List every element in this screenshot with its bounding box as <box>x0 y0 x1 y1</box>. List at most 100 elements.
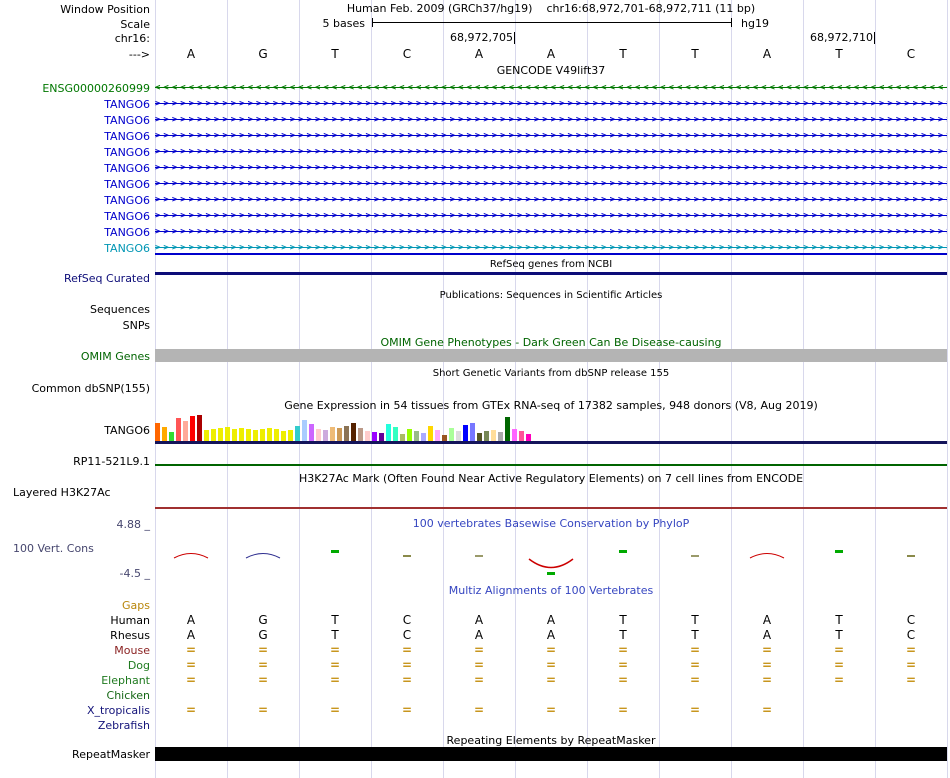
gtex-tissue-bar[interactable] <box>449 428 454 441</box>
refseq-curated-label[interactable]: RefSeq Curated <box>0 272 150 285</box>
species-alignment-row[interactable]: = = = = = = = = = = = <box>155 673 947 688</box>
gtex-tissue-bar[interactable] <box>337 428 342 441</box>
gtex-tissue-bar[interactable] <box>239 428 244 441</box>
gtex-tissue-bar[interactable] <box>197 415 202 441</box>
gene-model[interactable]: >>>>>>>>>>>>>>>>>>>>>>>>>>>>>>>>>>>>>>>>… <box>155 240 947 256</box>
gtex-tissue-bar[interactable] <box>323 430 328 441</box>
species-alignment-row[interactable] <box>155 688 947 703</box>
publications-sequences-label[interactable]: Sequences <box>0 303 150 316</box>
gtex-tissue-bar[interactable] <box>260 429 265 441</box>
gene-label[interactable]: TANGO6 <box>0 114 150 127</box>
gene-model[interactable]: >>>>>>>>>>>>>>>>>>>>>>>>>>>>>>>>>>>>>>>>… <box>155 208 947 224</box>
gtex-tissue-bar[interactable] <box>400 434 405 441</box>
gtex-tissue-bar[interactable] <box>344 426 349 441</box>
h3k27ac-label[interactable]: Layered H3K27Ac <box>0 486 150 499</box>
cons-wiggle[interactable] <box>155 528 947 580</box>
gtex-tissue-bar[interactable] <box>365 431 370 441</box>
gene-model[interactable]: >>>>>>>>>>>>>>>>>>>>>>>>>>>>>>>>>>>>>>>>… <box>155 96 947 112</box>
gene-model[interactable]: >>>>>>>>>>>>>>>>>>>>>>>>>>>>>>>>>>>>>>>>… <box>155 128 947 144</box>
gtex-tissue-bar[interactable] <box>477 433 482 441</box>
gene-model[interactable]: >>>>>>>>>>>>>>>>>>>>>>>>>>>>>>>>>>>>>>>>… <box>155 224 947 240</box>
species-label[interactable]: Dog <box>0 659 150 672</box>
species-label[interactable]: Mouse <box>0 644 150 657</box>
gene-label[interactable]: ENSG00000260999 <box>0 82 150 95</box>
omim-genes-bar[interactable] <box>155 349 947 362</box>
gtex-tissue-bar[interactable] <box>176 418 181 441</box>
repeatmasker-bar[interactable] <box>155 747 947 761</box>
gtex-tissue-bar[interactable] <box>519 431 524 441</box>
gtex-tissue-bar[interactable] <box>435 430 440 441</box>
gtex-tissue-bar[interactable] <box>295 426 300 441</box>
multiz-track-title[interactable]: Multiz Alignments of 100 Vertebrates <box>155 584 947 597</box>
gtex-tissue-bar[interactable] <box>470 423 475 441</box>
species-label[interactable]: Human <box>0 614 150 627</box>
gtex-tissue-bar[interactable] <box>386 424 391 441</box>
gtex-bar-chart[interactable] <box>155 411 947 441</box>
gene-model[interactable]: >>>>>>>>>>>>>>>>>>>>>>>>>>>>>>>>>>>>>>>>… <box>155 192 947 208</box>
gene-model[interactable]: <<<<<<<<<<<<<<<<<<<<<<<<<<<<<<<<<<<<<<<<… <box>155 80 947 96</box>
omim-track-title[interactable]: OMIM Gene Phenotypes - Dark Green Can Be… <box>155 336 947 349</box>
dbsnp-track-title[interactable]: Short Genetic Variants from dbSNP releas… <box>155 367 947 380</box>
gtex-tissue-bar[interactable] <box>463 425 468 441</box>
repeatmasker-label[interactable]: RepeatMasker <box>0 748 150 761</box>
species-alignment-row[interactable]: AGTCAATTATC <box>155 613 947 628</box>
gtex-tissue-bar[interactable] <box>155 423 160 441</box>
gtex-tissue-bar[interactable] <box>358 428 363 441</box>
species-label[interactable]: X_tropicalis <box>0 704 150 717</box>
species-label[interactable]: Chicken <box>0 689 150 702</box>
gtex-tissue-bar[interactable] <box>316 429 321 441</box>
gtex-tissue-bar[interactable] <box>393 427 398 441</box>
gtex-tissue-bar[interactable] <box>274 429 279 441</box>
refseq-track-title[interactable]: RefSeq genes from NCBI <box>155 258 947 271</box>
gene-label[interactable]: TANGO6 <box>0 146 150 159</box>
species-alignment-row[interactable] <box>155 598 947 613</box>
species-alignment-row[interactable]: = = = = = = = = = = = <box>155 658 947 673</box>
gtex-tissue-bar[interactable] <box>512 429 517 441</box>
gtex-tissue-bar[interactable] <box>183 421 188 441</box>
gene-label[interactable]: TANGO6 <box>0 242 150 255</box>
gtex-tissue-bar[interactable] <box>491 430 496 441</box>
gtex-tissue-bar[interactable] <box>351 423 356 441</box>
gtex-tissue-bar[interactable] <box>211 429 216 441</box>
gtex-tissue-bar[interactable] <box>505 417 510 441</box>
gtex-tissue-bar[interactable] <box>456 431 461 441</box>
gtex-tissue-bar[interactable] <box>498 432 503 441</box>
gtex-tissue-bar[interactable] <box>526 434 531 441</box>
gtex-tissue-bar[interactable] <box>428 426 433 441</box>
rp11-gene-bar[interactable] <box>155 464 947 466</box>
h3k27ac-track-title[interactable]: H3K27Ac Mark (Often Found Near Active Re… <box>155 472 947 485</box>
gtex-tissue-bar[interactable] <box>421 433 426 441</box>
omim-genes-label[interactable]: OMIM Genes <box>0 350 150 363</box>
gtex-tissue-bar[interactable] <box>218 428 223 441</box>
gene-label[interactable]: TANGO6 <box>0 162 150 175</box>
species-label[interactable]: Rhesus <box>0 629 150 642</box>
gene-label[interactable]: TANGO6 <box>0 98 150 111</box>
species-label[interactable]: Zebrafish <box>0 719 150 732</box>
gtex-tissue-bar[interactable] <box>225 427 230 441</box>
gene-label[interactable]: TANGO6 <box>0 226 150 239</box>
gene-label[interactable]: TANGO6 <box>0 194 150 207</box>
gtex-tissue-bar[interactable] <box>309 424 314 441</box>
species-alignment-row[interactable]: = = = = = = = = = <box>155 703 947 718</box>
dbsnp-label[interactable]: Common dbSNP(155) <box>0 382 150 395</box>
gtex-tissue-bar[interactable] <box>372 432 377 441</box>
gtex-tissue-bar[interactable] <box>281 431 286 441</box>
species-alignment-row[interactable] <box>155 718 947 733</box>
gene-label[interactable]: TANGO6 <box>0 130 150 143</box>
species-alignment-row[interactable]: = = = = = = = = = = = <box>155 643 947 658</box>
gtex-tissue-bar[interactable] <box>204 430 209 441</box>
gene-model[interactable]: >>>>>>>>>>>>>>>>>>>>>>>>>>>>>>>>>>>>>>>>… <box>155 176 947 192</box>
gtex-tissue-bar[interactable] <box>414 431 419 441</box>
cons-track-label[interactable]: 100 Vert. Cons <box>0 542 150 555</box>
gtex-tissue-bar[interactable] <box>162 427 167 441</box>
gtex-tissue-bar[interactable] <box>190 416 195 441</box>
publications-track-title[interactable]: Publications: Sequences in Scientific Ar… <box>155 289 947 302</box>
publications-snps-label[interactable]: SNPs <box>0 319 150 332</box>
gene-model[interactable]: >>>>>>>>>>>>>>>>>>>>>>>>>>>>>>>>>>>>>>>>… <box>155 144 947 160</box>
species-alignment-row[interactable]: AGTCAATTATC <box>155 628 947 643</box>
rp11-label[interactable]: RP11-521L9.1 <box>0 455 150 468</box>
gtex-tissue-bar[interactable] <box>302 420 307 441</box>
repeatmasker-track-title[interactable]: Repeating Elements by RepeatMasker <box>155 734 947 747</box>
gtex-gene-label[interactable]: TANGO6 <box>0 424 150 437</box>
gtex-tissue-bar[interactable] <box>267 428 272 441</box>
